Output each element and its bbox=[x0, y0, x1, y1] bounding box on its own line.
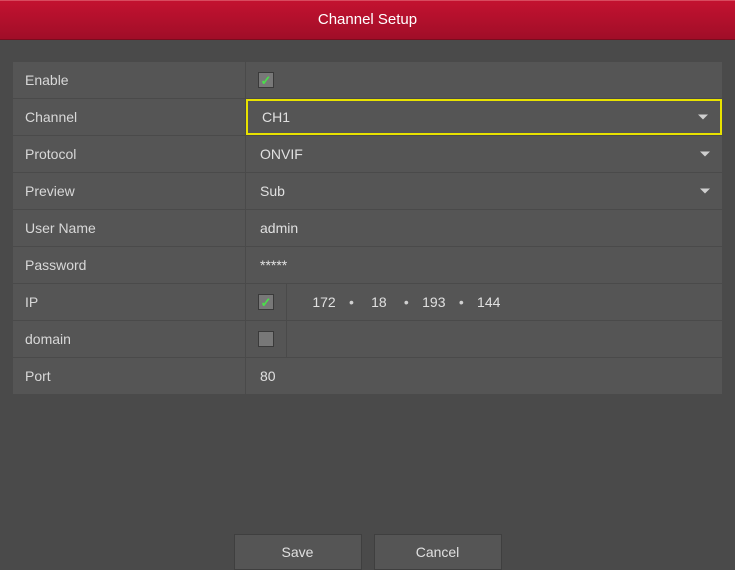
check-icon: ✓ bbox=[261, 74, 272, 87]
save-button[interactable]: Save bbox=[234, 534, 362, 570]
label-ip: IP bbox=[13, 284, 245, 320]
port-value: 80 bbox=[260, 368, 276, 384]
row-port: Port 80 bbox=[13, 358, 722, 394]
ip-dot: • bbox=[455, 294, 468, 310]
domain-input[interactable] bbox=[287, 321, 722, 357]
check-icon: ✓ bbox=[261, 296, 272, 309]
ip-octet-3[interactable]: 193 bbox=[417, 294, 451, 310]
ip-octet-4[interactable]: 144 bbox=[472, 294, 506, 310]
row-protocol: Protocol ONVIF bbox=[13, 136, 722, 172]
titlebar: Channel Setup bbox=[0, 0, 735, 40]
username-value: admin bbox=[260, 220, 298, 236]
button-bar: Save Cancel bbox=[0, 534, 735, 570]
password-input[interactable]: ***** bbox=[246, 247, 722, 283]
row-domain: domain bbox=[13, 321, 722, 357]
protocol-select[interactable]: ONVIF bbox=[246, 136, 722, 172]
row-channel: Channel CH1 bbox=[13, 99, 722, 135]
label-username: User Name bbox=[13, 210, 245, 246]
protocol-value: ONVIF bbox=[260, 146, 303, 162]
label-channel: Channel bbox=[13, 99, 245, 135]
window-title: Channel Setup bbox=[0, 0, 735, 39]
chevron-down-icon bbox=[700, 152, 710, 157]
preview-select[interactable]: Sub bbox=[246, 173, 722, 209]
channel-value: CH1 bbox=[262, 109, 290, 125]
label-preview: Preview bbox=[13, 173, 245, 209]
username-input[interactable]: admin bbox=[246, 210, 722, 246]
form: Enable ✓ Channel CH1 Protocol ONVIF Prev… bbox=[0, 40, 735, 394]
preview-value: Sub bbox=[260, 183, 285, 199]
ip-octet-2[interactable]: 18 bbox=[362, 294, 396, 310]
cancel-button[interactable]: Cancel bbox=[374, 534, 502, 570]
row-ip: IP ✓ 172 • 18 • 193 • 144 bbox=[13, 284, 722, 320]
ip-dot: • bbox=[345, 294, 358, 310]
row-password: Password ***** bbox=[13, 247, 722, 283]
row-enable: Enable ✓ bbox=[13, 62, 722, 98]
chevron-down-icon bbox=[700, 189, 710, 194]
row-preview: Preview Sub bbox=[13, 173, 722, 209]
row-username: User Name admin bbox=[13, 210, 722, 246]
label-domain: domain bbox=[13, 321, 245, 357]
ip-dot: • bbox=[400, 294, 413, 310]
label-port: Port bbox=[13, 358, 245, 394]
label-protocol: Protocol bbox=[13, 136, 245, 172]
domain-checkbox[interactable] bbox=[258, 331, 274, 347]
enable-checkbox[interactable]: ✓ bbox=[258, 72, 274, 88]
ip-input[interactable]: 172 • 18 • 193 • 144 bbox=[287, 284, 722, 320]
value-enable: ✓ bbox=[246, 62, 722, 98]
label-password: Password bbox=[13, 247, 245, 283]
port-input[interactable]: 80 bbox=[246, 358, 722, 394]
ip-checkbox-cell: ✓ bbox=[246, 284, 286, 320]
ip-octet-1[interactable]: 172 bbox=[307, 294, 341, 310]
channel-select[interactable]: CH1 bbox=[246, 99, 722, 135]
chevron-down-icon bbox=[698, 115, 708, 120]
ip-checkbox[interactable]: ✓ bbox=[258, 294, 274, 310]
password-value: ***** bbox=[260, 257, 287, 273]
label-enable: Enable bbox=[13, 62, 245, 98]
domain-checkbox-cell bbox=[246, 321, 286, 357]
